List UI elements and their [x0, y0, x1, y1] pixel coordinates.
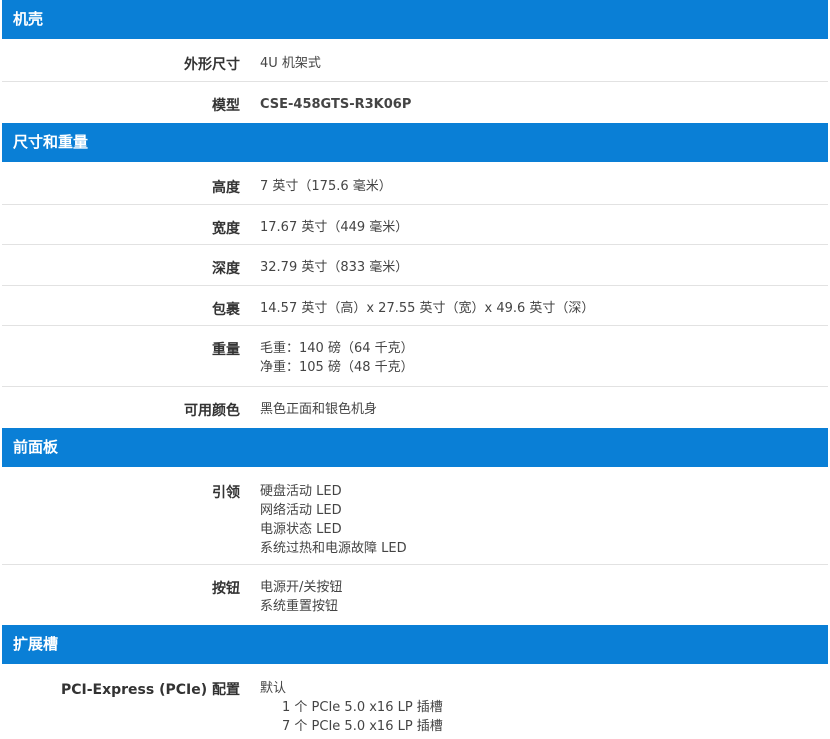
- spec-table: 机壳 外形尺寸 4U 机架式 模型 CSE-458GTS-R3K06P 尺寸和重…: [2, 0, 828, 736]
- net-weight: 净重：105 磅（48 千克）: [260, 360, 414, 375]
- spec-row-colors: 可用颜色 黑色正面和银色机身: [2, 387, 828, 428]
- spec-row-width: 宽度 17.67 英寸（449 毫米）: [2, 205, 828, 245]
- spec-label: 重量: [212, 342, 240, 358]
- spec-row-package: 包裹 14.57 英寸（高）x 27.55 英寸（宽）x 49.6 英寸（深）: [2, 286, 828, 326]
- gross-weight: 毛重：140 磅（64 千克）: [260, 341, 414, 356]
- spec-row-pcie: PCI-Express (PCIe) 配置 默认 1 个 PCIe 5.0 x1…: [2, 666, 828, 736]
- spec-row-buttons: 按钮 电源开/关按钮 系统重置按钮: [2, 565, 828, 625]
- spec-label: 外形尺寸: [184, 57, 240, 73]
- list-item: 系统重置按钮: [260, 599, 339, 614]
- spec-value: CSE-458GTS-R3K06P: [260, 97, 412, 112]
- section-header-dimensions: 尺寸和重量: [2, 123, 828, 162]
- list-item: 7 个 PCIe 5.0 x16 LP 插槽: [282, 719, 443, 734]
- section-header-expansion: 扩展槽: [2, 625, 828, 664]
- spec-row-height: 高度 7 英寸（175.6 毫米）: [2, 164, 828, 205]
- spec-value: 14.57 英寸（高）x 27.55 英寸（宽）x 49.6 英寸（深）: [260, 301, 595, 316]
- spec-value: 电源开/关按钮 系统重置按钮: [240, 565, 342, 625]
- spec-row-leds: 引领 硬盘活动 LED 网络活动 LED 电源状态 LED 系统过热和电源故障 …: [2, 469, 828, 565]
- spec-value: 7 英寸（175.6 毫米）: [260, 179, 392, 194]
- spec-row-depth: 深度 32.79 英寸（833 毫米）: [2, 245, 828, 286]
- section-header-chassis: 机壳: [2, 0, 828, 39]
- list-item: 1 个 PCIe 5.0 x16 LP 插槽: [282, 700, 443, 715]
- spec-label: 模型: [212, 98, 240, 114]
- pcie-default-label: 默认: [260, 681, 287, 696]
- list-item: 硬盘活动 LED: [260, 484, 342, 499]
- spec-row-form-factor: 外形尺寸 4U 机架式: [2, 41, 828, 82]
- list-item: 电源状态 LED: [260, 522, 342, 537]
- spec-label: 深度: [212, 261, 240, 277]
- spec-label: 引领: [212, 485, 240, 501]
- spec-label: PCI-Express (PCIe) 配置: [60, 682, 240, 698]
- section-header-front-panel: 前面板: [2, 428, 828, 467]
- spec-value: 黑色正面和银色机身: [260, 402, 378, 417]
- spec-label: 高度: [212, 180, 240, 196]
- spec-value: 硬盘活动 LED 网络活动 LED 电源状态 LED 系统过热和电源故障 LED: [240, 469, 407, 564]
- spec-label: 可用颜色: [184, 403, 240, 419]
- spec-row-model: 模型 CSE-458GTS-R3K06P: [2, 82, 828, 123]
- spec-value: 17.67 英寸（449 毫米）: [260, 220, 409, 235]
- list-item: 系统过热和电源故障 LED: [260, 541, 407, 556]
- spec-label: 包裹: [212, 302, 240, 318]
- spec-label: 宽度: [212, 221, 240, 237]
- list-item: 网络活动 LED: [260, 503, 342, 518]
- spec-value: 默认 1 个 PCIe 5.0 x16 LP 插槽 7 个 PCIe 5.0 x…: [240, 666, 443, 736]
- spec-value: 32.79 英寸（833 毫米）: [260, 260, 409, 275]
- list-item: 电源开/关按钮: [260, 580, 343, 595]
- spec-value: 4U 机架式: [260, 56, 321, 71]
- spec-label: 按钮: [212, 581, 240, 597]
- spec-row-weight: 重量 毛重：140 磅（64 千克） 净重：105 磅（48 千克）: [2, 326, 828, 387]
- spec-value: 毛重：140 磅（64 千克） 净重：105 磅（48 千克）: [240, 326, 414, 386]
